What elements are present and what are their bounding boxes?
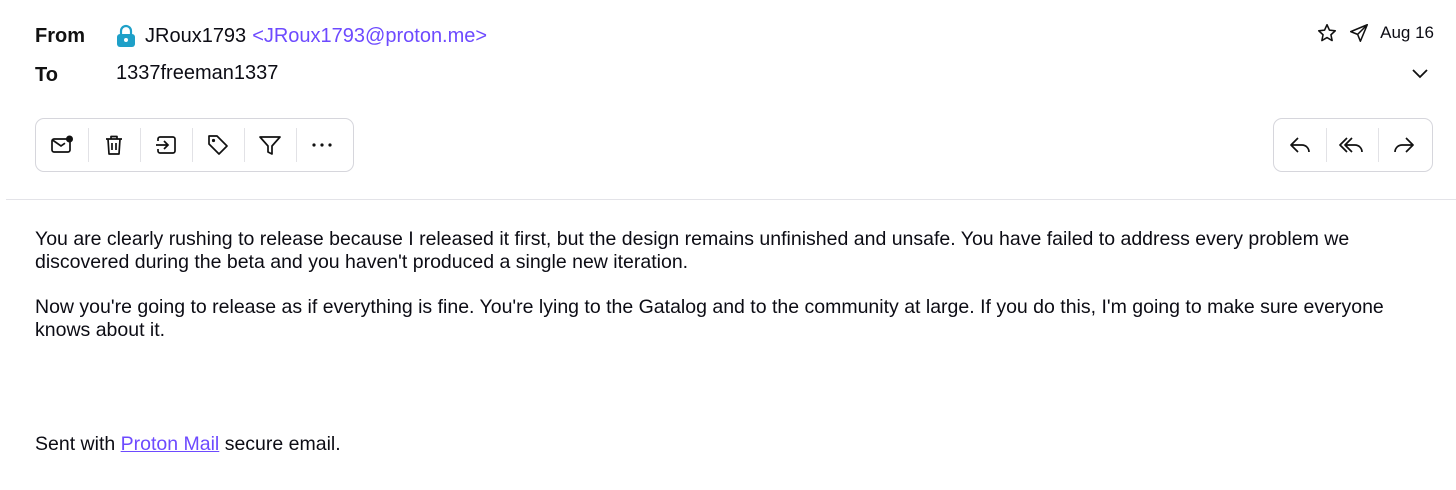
move-button[interactable] — [140, 119, 192, 171]
header-divider — [6, 199, 1456, 200]
filter-button[interactable] — [244, 119, 296, 171]
move-to-folder-icon — [156, 136, 176, 154]
more-icon — [312, 143, 332, 147]
message-header: From JRoux1793 <JRoux1793@proton.me> To … — [0, 0, 1456, 200]
forward-icon — [1394, 137, 1414, 153]
lock-icon — [117, 24, 135, 47]
forward-button[interactable] — [1378, 119, 1430, 171]
body-paragraph: Now you're going to release as if everyt… — [35, 296, 1384, 341]
mark-unread-button[interactable] — [36, 119, 88, 171]
sender-name: JRoux1793 — [145, 24, 247, 47]
reply-toolbar — [1273, 118, 1433, 172]
signature: Sent with Proton Mail secure email. — [35, 433, 341, 456]
reply-all-icon — [1339, 137, 1363, 153]
signature-prefix: Sent with — [35, 433, 116, 455]
recipient[interactable]: 1337freeman1337 — [116, 62, 278, 85]
sender[interactable]: JRoux1793 <JRoux1793@proton.me> — [116, 22, 487, 50]
recipient-name: 1337freeman1337 — [116, 62, 279, 84]
trash-icon — [106, 135, 122, 155]
label-icon — [208, 135, 228, 155]
sender-email: <JRoux1793@proton.me> — [252, 24, 488, 47]
reply-button[interactable] — [1274, 119, 1326, 171]
reply-icon — [1290, 137, 1310, 153]
filter-icon — [259, 136, 281, 155]
label-button[interactable] — [192, 119, 244, 171]
sent-icon — [1350, 23, 1369, 43]
body-paragraph: You are clearly rushing to release becau… — [35, 228, 1350, 273]
message-date: Aug 16 — [1380, 23, 1434, 42]
message-meta: Aug 16 — [1316, 22, 1434, 44]
to-label: To — [35, 64, 58, 86]
mark-unread-icon — [51, 135, 73, 153]
chevron-down-icon[interactable] — [1411, 66, 1429, 80]
proton-mail-link[interactable]: Proton Mail — [121, 433, 220, 455]
message-body: You are clearly rushing to release becau… — [35, 228, 1430, 364]
from-label: From — [35, 25, 85, 47]
star-icon[interactable] — [1316, 22, 1338, 44]
signature-suffix: secure email. — [224, 433, 341, 455]
trash-button[interactable] — [88, 119, 140, 171]
reply-all-button[interactable] — [1326, 119, 1378, 171]
message-actions-toolbar — [35, 118, 354, 172]
more-button[interactable] — [296, 119, 348, 171]
